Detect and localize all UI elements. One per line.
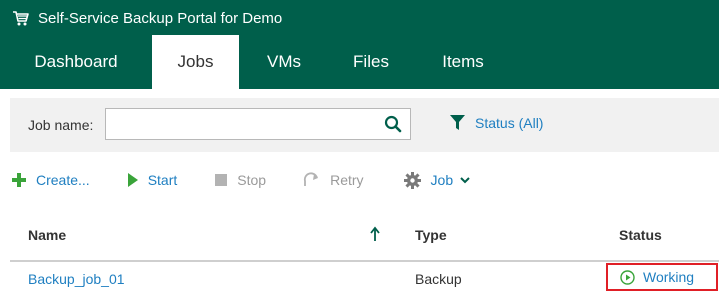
filter-bar: Job name: Status (All) bbox=[10, 98, 719, 152]
retry-button[interactable]: Retry bbox=[302, 172, 364, 188]
job-menu-label: Job bbox=[430, 172, 454, 188]
retry-label: Retry bbox=[330, 172, 364, 188]
chevron-down-icon bbox=[460, 176, 470, 184]
tab-jobs[interactable]: Jobs bbox=[152, 35, 239, 89]
jobs-table-header: Name Type Status bbox=[10, 216, 719, 262]
search-icon[interactable] bbox=[384, 115, 402, 133]
job-menu-button[interactable]: Job bbox=[403, 171, 471, 189]
play-circle-icon bbox=[620, 269, 635, 285]
job-name-link[interactable]: Backup_job_01 bbox=[28, 271, 125, 287]
job-toolbar: Create... Start Stop Retry Job bbox=[12, 170, 470, 190]
search-box bbox=[105, 108, 411, 140]
app-title: Self-Service Backup Portal for Demo bbox=[38, 9, 283, 27]
tab-files[interactable]: Files bbox=[329, 35, 413, 89]
sort-ascending-icon[interactable] bbox=[369, 226, 381, 242]
job-status: Working bbox=[643, 269, 695, 285]
start-button[interactable]: Start bbox=[127, 172, 178, 188]
funnel-icon bbox=[450, 115, 465, 131]
table-row[interactable]: Backup_job_01 Backup Working bbox=[10, 263, 719, 294]
cart-icon bbox=[12, 9, 30, 27]
start-label: Start bbox=[147, 172, 178, 188]
column-header-name[interactable]: Name bbox=[28, 227, 66, 243]
app-title-row: Self-Service Backup Portal for Demo bbox=[12, 8, 282, 28]
status-highlight: Working bbox=[606, 263, 718, 291]
status-filter-button[interactable]: Status (All) bbox=[450, 115, 543, 131]
column-header-type[interactable]: Type bbox=[415, 227, 447, 243]
status-filter-label: Status (All) bbox=[475, 115, 544, 131]
stop-icon bbox=[215, 174, 228, 186]
tab-vms[interactable]: VMs bbox=[239, 35, 329, 89]
create-button[interactable]: Create... bbox=[12, 172, 90, 188]
play-icon bbox=[127, 173, 138, 187]
plus-icon bbox=[12, 173, 26, 187]
tab-items[interactable]: Items bbox=[413, 35, 513, 89]
retry-icon bbox=[302, 172, 320, 188]
job-name-search-input[interactable] bbox=[106, 109, 376, 139]
stop-label: Stop bbox=[237, 172, 267, 188]
job-type: Backup bbox=[415, 271, 462, 287]
tab-dashboard[interactable]: Dashboard bbox=[0, 35, 152, 89]
stop-button[interactable]: Stop bbox=[215, 172, 266, 188]
create-label: Create... bbox=[36, 172, 90, 188]
main-tabs: Dashboard Jobs VMs Files Items bbox=[0, 35, 513, 89]
column-header-status[interactable]: Status bbox=[619, 227, 662, 243]
app-header: Self-Service Backup Portal for Demo Dash… bbox=[0, 0, 719, 89]
job-name-label: Job name: bbox=[28, 117, 94, 133]
gear-icon bbox=[403, 171, 421, 189]
